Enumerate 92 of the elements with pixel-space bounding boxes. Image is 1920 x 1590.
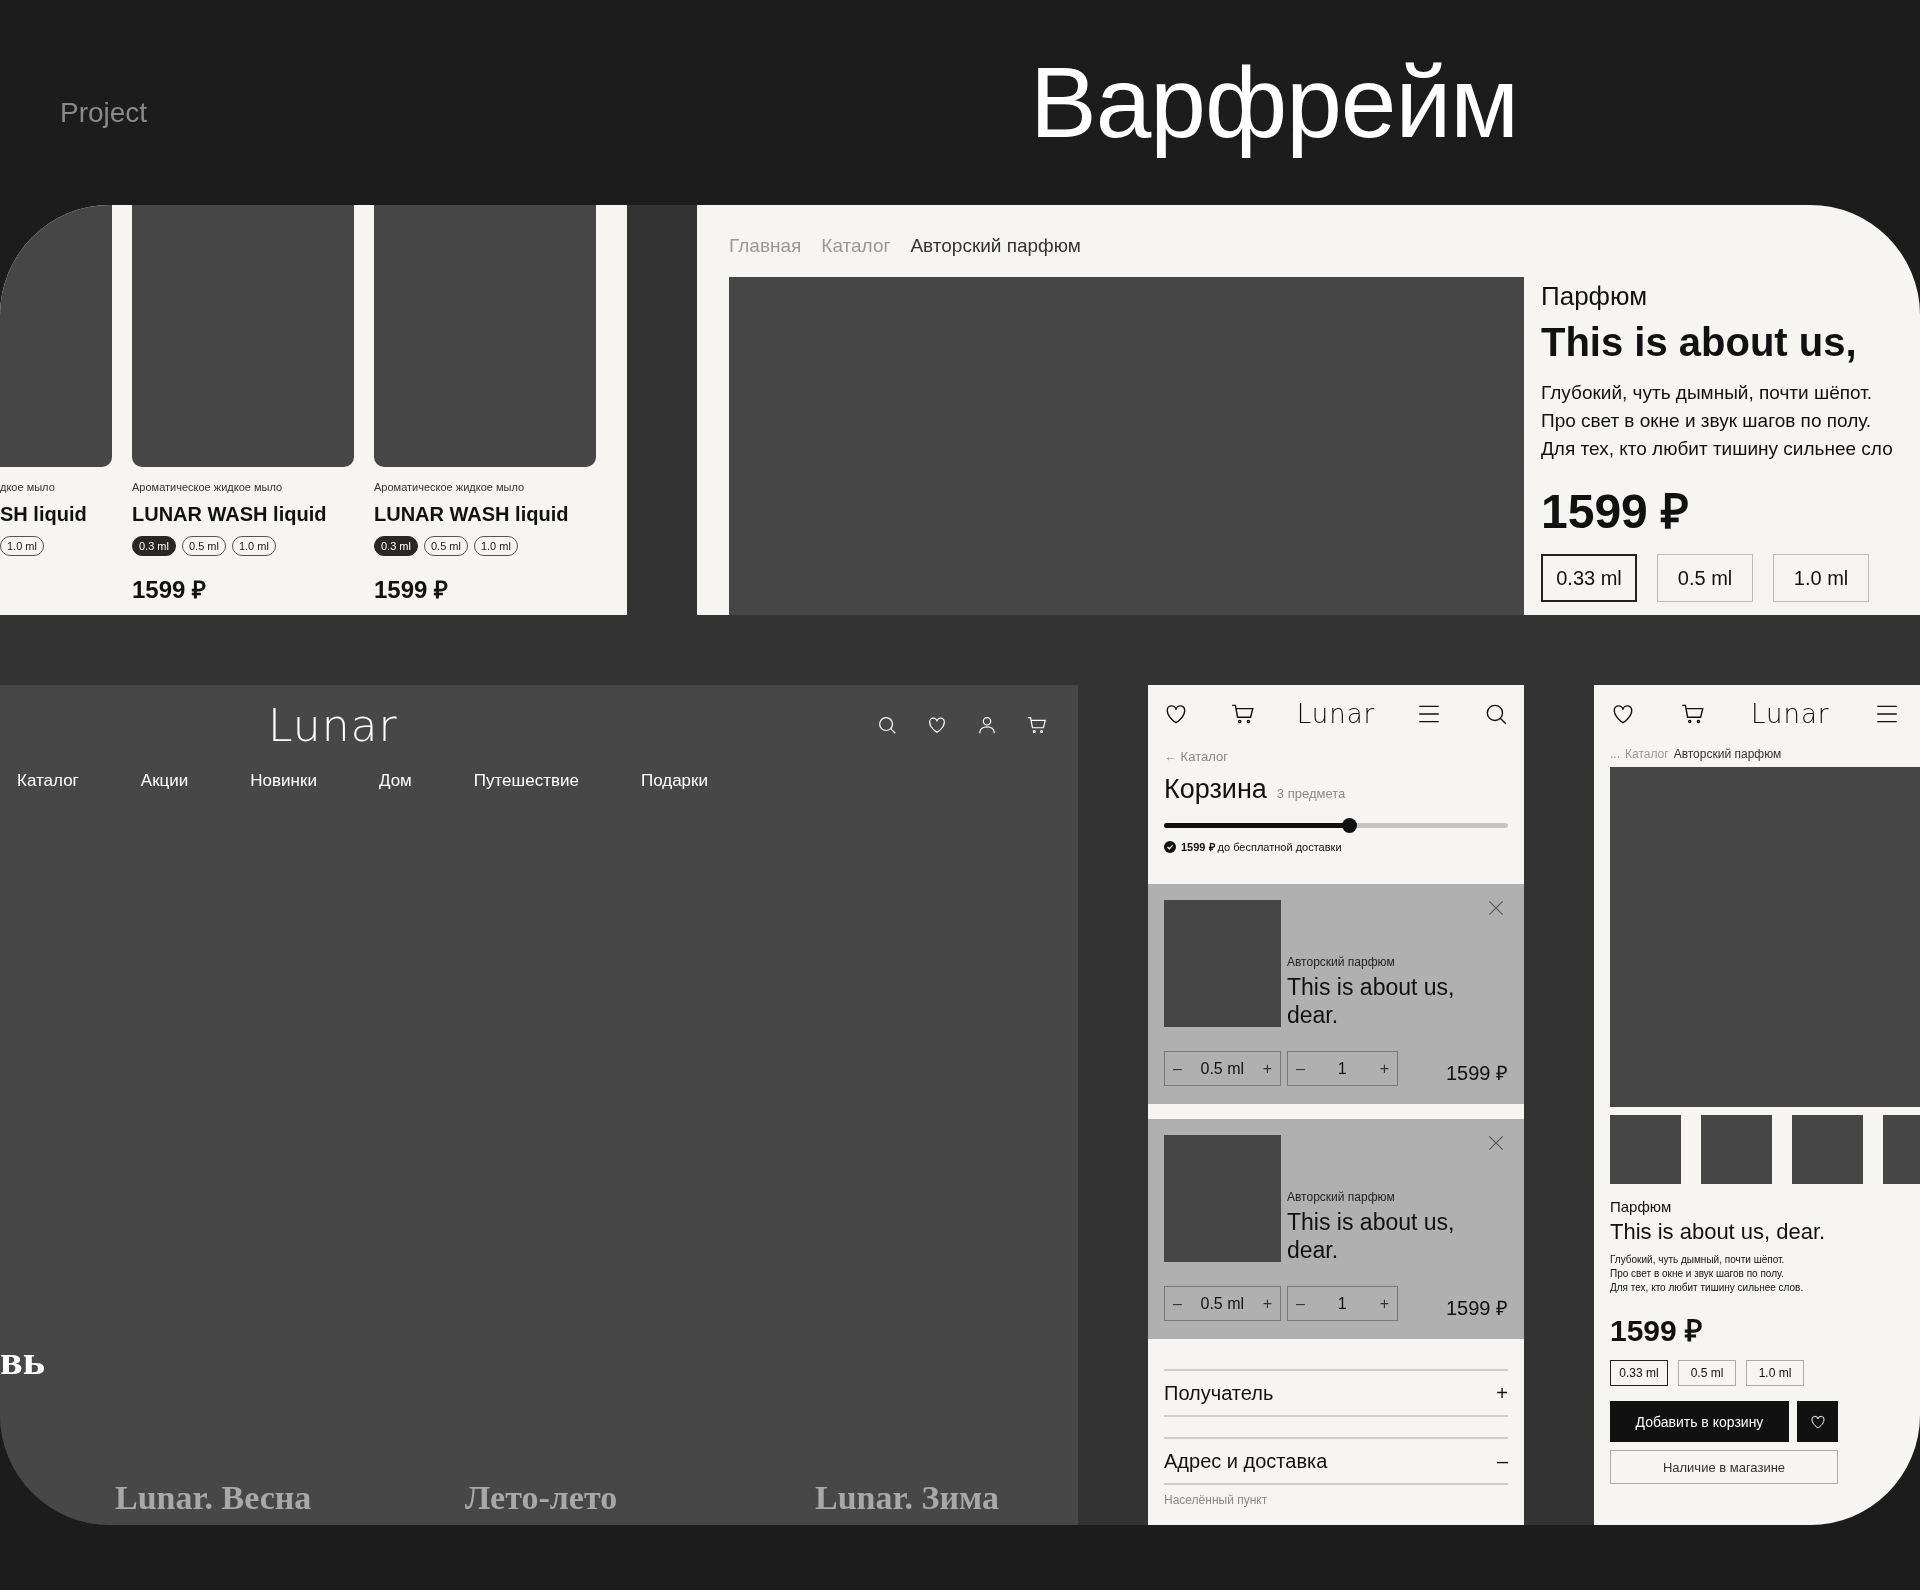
check-icon <box>1164 840 1176 853</box>
description-line: Для тех, кто любит тишину сильнее сло <box>1541 437 1894 461</box>
size-option[interactable]: 0.3 ml <box>374 536 418 556</box>
plus-button: + <box>1379 1059 1389 1078</box>
product-category: Парфюм <box>1610 1198 1673 1215</box>
favorite-button[interactable] <box>1797 1401 1838 1442</box>
add-to-cart-button[interactable]: Добавить в корзину <box>1610 1401 1789 1442</box>
product-category: Ароматическое жидкое мыло <box>374 481 526 493</box>
delivery-note: 1599 ₽ до бесплатной доставки <box>1181 840 1342 854</box>
cart-title: Корзина <box>1164 774 1267 805</box>
accordion-header[interactable]: Получатель + <box>1164 1369 1508 1417</box>
size-option[interactable]: 0.3 ml <box>132 536 176 556</box>
logo[interactable]: Lunar <box>1750 699 1830 729</box>
plus-button: + <box>1262 1294 1272 1313</box>
product-price: 1599 ₽ <box>1541 484 1691 540</box>
logo[interactable]: Lunar <box>268 699 398 751</box>
collection-link[interactable]: Lunar. Весна <box>115 1479 340 1517</box>
size-stepper[interactable]: – 0.5 ml + <box>1164 1051 1281 1086</box>
product-category: Авторский парфюм <box>1287 955 1396 969</box>
size-option[interactable]: 0.33 ml <box>1541 554 1637 602</box>
product-price: 1599 ₽ <box>374 575 450 605</box>
size-option[interactable]: 0.5 ml <box>1678 1360 1736 1386</box>
field-label: Населённый пункт <box>1164 1493 1269 1507</box>
close-icon[interactable] <box>1486 1133 1506 1153</box>
stepper-value: 0.5 ml <box>1200 1294 1245 1313</box>
minus-button: – <box>1296 1059 1305 1078</box>
description-line: Про свет в окне и звук шагов по полу. <box>1610 1267 1785 1281</box>
product-price: 1599 ₽ <box>1610 1313 1704 1349</box>
nav-link[interactable]: Подарки <box>640 771 708 791</box>
size-option[interactable]: 1.0 ml <box>1746 1360 1804 1386</box>
description-line: Для тех, кто любит тишину сильнее слов. <box>1610 1281 1805 1295</box>
description-line: Глубокий, чуть дымный, почти шёпот. <box>1541 381 1874 405</box>
stepper-value: 1 <box>1337 1059 1347 1078</box>
heart-icon[interactable] <box>926 714 948 736</box>
search-icon[interactable] <box>876 714 898 736</box>
nav-link[interactable]: Путешествие <box>473 771 579 791</box>
size-option[interactable]: 0.5 ml <box>1657 554 1753 602</box>
accordion-label: Адрес и доставка <box>1164 1449 1328 1473</box>
accordion-toggle[interactable]: + <box>1496 1381 1508 1405</box>
nav-link[interactable]: Каталог <box>17 771 79 791</box>
plus-button: + <box>1379 1294 1389 1313</box>
quantity-stepper[interactable]: – 1 + <box>1287 1051 1398 1086</box>
size-option[interactable]: 0.33 ml <box>1610 1360 1668 1386</box>
product-category: Парфюм <box>1541 281 1649 312</box>
image-placeholder <box>1610 1115 1681 1184</box>
product-title: This is about us, dear. <box>1287 1208 1456 1264</box>
breadcrumb-link[interactable]: Авторский парфюм <box>910 235 1081 257</box>
accordion-toggle[interactable]: – <box>1496 1449 1508 1473</box>
cart-icon[interactable] <box>1026 714 1048 736</box>
project-label: Project <box>60 96 149 129</box>
nav-link[interactable]: Акции <box>140 771 189 791</box>
product-category: Авторский парфюм <box>1287 1190 1396 1204</box>
nav-link[interactable]: Новинки <box>250 771 317 791</box>
availability-button[interactable]: Наличие в магазине <box>1610 1450 1838 1484</box>
size-stepper[interactable]: – 0.5 ml + <box>1164 1286 1281 1321</box>
back-link[interactable]: ← Каталог <box>1164 749 1508 764</box>
minus-button: – <box>1173 1059 1182 1078</box>
image-placeholder <box>1792 1115 1863 1184</box>
plus-button: + <box>1262 1059 1272 1078</box>
product-title: LUNAR WASH liquid <box>132 503 328 526</box>
description-line: Глубокий, чуть дымный, почти шёпот. <box>1610 1253 1786 1267</box>
collection-link[interactable]: Лето-лето <box>465 1479 690 1517</box>
logo[interactable]: Lunar <box>1296 699 1376 729</box>
accordion-header[interactable]: Адрес и доставка – <box>1164 1437 1508 1485</box>
collection-link[interactable]: Lunar. Зима <box>815 1479 1040 1517</box>
product-price: 1599 ₽ <box>132 575 208 605</box>
image-placeholder <box>1701 1115 1772 1184</box>
nav-link[interactable]: Дом <box>378 771 412 791</box>
user-icon[interactable] <box>976 714 998 736</box>
close-icon[interactable] <box>1486 898 1506 918</box>
minus-button: – <box>1296 1294 1305 1313</box>
breadcrumb-link[interactable]: Авторский парфюм <box>1673 747 1782 761</box>
product-title: LUNAR WASH liquid <box>374 503 570 526</box>
page-title: Варфрейм <box>1030 45 1519 160</box>
product-category: Ароматическое жидкое мыло <box>132 481 284 493</box>
product-price: 1599 ₽ <box>1445 1061 1508 1086</box>
stepper-value: 0.5 ml <box>1200 1059 1245 1078</box>
item-count: 3 предмета <box>1276 786 1346 801</box>
product-title: This is about us, dear. <box>1287 973 1456 1029</box>
minus-button: – <box>1173 1294 1182 1313</box>
size-option[interactable]: 1.0 ml <box>1773 554 1869 602</box>
accordion-label: Получатель <box>1164 1381 1274 1405</box>
description-line: Про свет в окне и звук шагов по полу. <box>1541 409 1873 433</box>
quantity-stepper[interactable]: – 1 + <box>1287 1286 1398 1321</box>
hero-text: вь <box>0 1336 46 1384</box>
progress-thumb[interactable] <box>1341 818 1357 833</box>
product-title: SH liquid <box>0 503 88 526</box>
product-category: дкое мыло <box>0 481 56 493</box>
product-price: 1599 ₽ <box>1445 1296 1508 1321</box>
product-title: This is about us, <box>1541 320 1858 365</box>
stepper-value: 1 <box>1337 1294 1347 1313</box>
product-title: This is about us, dear. <box>1610 1219 1827 1245</box>
